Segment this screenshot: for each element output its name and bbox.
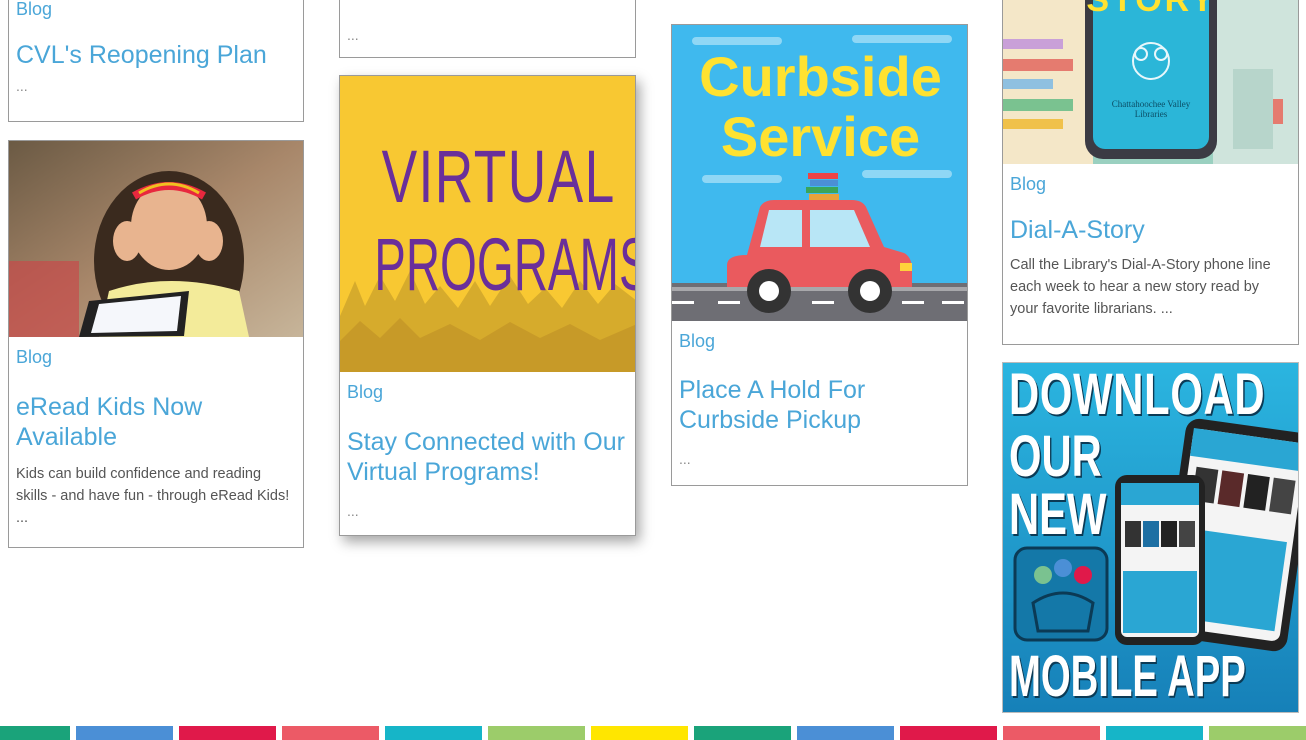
blog-card-top-middle[interactable]: ...	[339, 0, 636, 58]
card-title[interactable]: Place A Hold For Curbside Pickup	[679, 375, 960, 435]
card-title[interactable]: eRead Kids Now Available	[16, 392, 296, 452]
card-category[interactable]: Blog	[16, 0, 303, 20]
download-text: DOWNLOAD	[1009, 362, 1266, 427]
mobile-app-text: MOBILE APP	[1009, 644, 1246, 709]
card-excerpt: ...	[16, 78, 28, 94]
blog-card-curbside[interactable]: Curbside Service Blog Place A Hold For C…	[671, 24, 968, 486]
card-category[interactable]: Blog	[679, 331, 967, 352]
footer-color-bar	[385, 726, 482, 740]
card-excerpt: Call the Library's Dial-A-Story phone li…	[1010, 257, 1271, 317]
card-title[interactable]: CVL's Reopening Plan	[16, 40, 296, 70]
footer-color-bar	[488, 726, 585, 740]
curbside-text: Curbside	[699, 45, 942, 108]
girl-tablet-illustration	[9, 141, 303, 337]
service-text: Service	[720, 105, 921, 168]
card-title[interactable]: Stay Connected with Our Virtual Programs…	[347, 427, 628, 487]
blog-card-reopening[interactable]: Blog CVL's Reopening Plan ...	[8, 0, 304, 122]
footer-color-bar	[1003, 726, 1100, 740]
footer-color-bar	[282, 726, 379, 740]
phone-shelf-illustration	[1003, 0, 1298, 164]
blog-card-eread-kids[interactable]: Blog eRead Kids Now Available Kids can b…	[8, 140, 304, 548]
footer-color-bar	[76, 726, 173, 740]
card-category[interactable]: Blog	[347, 382, 635, 403]
new-text: NEW	[1009, 482, 1107, 547]
phone-library-name: Chattahoochee Valley Libraries	[1111, 99, 1191, 119]
blog-card-dial-a-story[interactable]: STORY Chattahoochee Valley Libraries Blo…	[1002, 0, 1299, 345]
footer-color-bar	[1209, 726, 1306, 740]
card-image-curbside[interactable]: Curbside Service	[672, 25, 967, 321]
programs-text: PROGRAMS	[374, 223, 636, 306]
card-image-girl-tablet[interactable]	[9, 141, 303, 337]
card-excerpt: ...	[679, 451, 691, 467]
mobile-app-banner[interactable]: DOWNLOAD OUR NEW MOBILE APP	[1002, 362, 1299, 713]
card-excerpt: ...	[347, 503, 359, 519]
card-excerpt: Kids can build confidence and reading sk…	[16, 466, 290, 526]
card-category[interactable]: Blog	[16, 347, 303, 368]
card-category[interactable]: Blog	[1010, 174, 1298, 195]
footer-color-bar	[179, 726, 276, 740]
blog-card-virtual-programs[interactable]: VIRTUAL PROGRAMS Blog Stay Connected wit…	[339, 75, 636, 536]
footer-color-bar	[797, 726, 894, 740]
footer-color-bar	[0, 726, 70, 740]
our-text: OUR	[1009, 424, 1102, 489]
footer-color-bar	[591, 726, 688, 740]
story-text: STORY	[1086, 0, 1217, 19]
card-excerpt: ...	[347, 27, 359, 43]
virtual-text: VIRTUAL	[381, 135, 616, 218]
card-title[interactable]: Dial-A-Story	[1010, 215, 1291, 245]
footer-color-bar	[900, 726, 997, 740]
footer-color-bar	[1106, 726, 1203, 740]
card-image-dial-a-story[interactable]: STORY Chattahoochee Valley Libraries	[1003, 0, 1298, 164]
footer-color-bar	[694, 726, 791, 740]
card-image-virtual-programs[interactable]: VIRTUAL PROGRAMS	[340, 76, 636, 372]
